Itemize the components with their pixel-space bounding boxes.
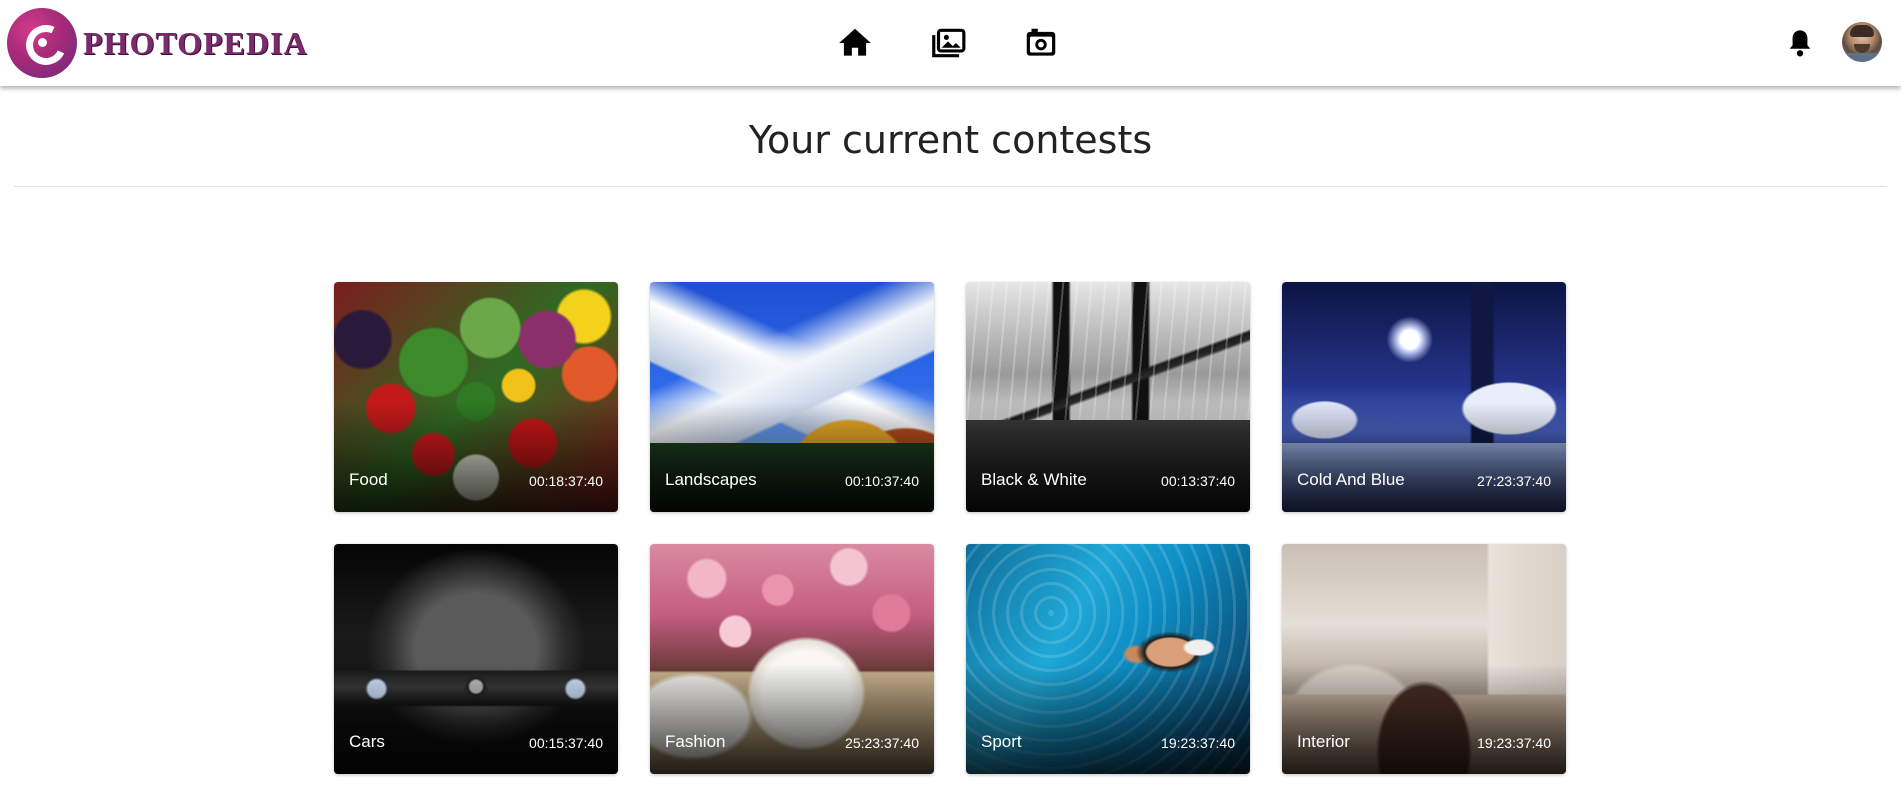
contest-timer: 00:10:37:40	[845, 473, 919, 489]
camera-lens-logo-icon	[7, 8, 77, 78]
contest-card-black-white[interactable]: Black & White 00:13:37:40	[966, 282, 1250, 512]
user-avatar[interactable]	[1842, 22, 1882, 62]
contest-card-cars[interactable]: Cars 00:15:37:40	[334, 544, 618, 774]
main-nav	[836, 24, 1060, 62]
contest-timer: 25:23:37:40	[845, 735, 919, 751]
contest-card-cold-and-blue[interactable]: Cold And Blue 27:23:37:40	[1282, 282, 1566, 512]
contest-name: Food	[349, 470, 388, 489]
contest-name: Cars	[349, 732, 385, 751]
top-navbar: PHOTOPEDIA	[0, 0, 1901, 86]
contest-timer: 00:13:37:40	[1161, 473, 1235, 489]
page-title: Your current contests	[748, 118, 1153, 162]
contest-name: Fashion	[665, 732, 726, 751]
contest-card-fashion[interactable]: Fashion 25:23:37:40	[650, 544, 934, 774]
contest-timer: 19:23:37:40	[1161, 735, 1235, 751]
contest-name: Landscapes	[665, 470, 757, 489]
contest-card-food[interactable]: Food 00:18:37:40	[334, 282, 618, 512]
photo-gallery-icon[interactable]	[929, 24, 967, 62]
contest-name: Sport	[981, 732, 1022, 751]
bell-icon[interactable]	[1786, 27, 1814, 59]
brand-name: PHOTOPEDIA	[83, 24, 308, 61]
contest-timer: 00:18:37:40	[529, 473, 603, 489]
title-divider	[14, 186, 1887, 187]
contest-card-landscapes[interactable]: Landscapes 00:10:37:40	[650, 282, 934, 512]
home-icon[interactable]	[836, 24, 874, 62]
contest-card-sport[interactable]: Sport 19:23:37:40	[966, 544, 1250, 774]
contest-name: Cold And Blue	[1297, 470, 1405, 489]
contest-timer: 19:23:37:40	[1477, 735, 1551, 751]
contest-name: Interior	[1297, 732, 1350, 751]
contest-timer: 00:15:37:40	[529, 735, 603, 751]
contest-name: Black & White	[981, 470, 1087, 489]
contest-card-interior[interactable]: Interior 19:23:37:40	[1282, 544, 1566, 774]
camera-icon[interactable]	[1022, 24, 1060, 62]
contest-grid: Food 00:18:37:40 Landscapes 00:10:37:40 …	[334, 282, 1566, 774]
contest-timer: 27:23:37:40	[1477, 473, 1551, 489]
brand-logo[interactable]: PHOTOPEDIA	[7, 8, 308, 78]
